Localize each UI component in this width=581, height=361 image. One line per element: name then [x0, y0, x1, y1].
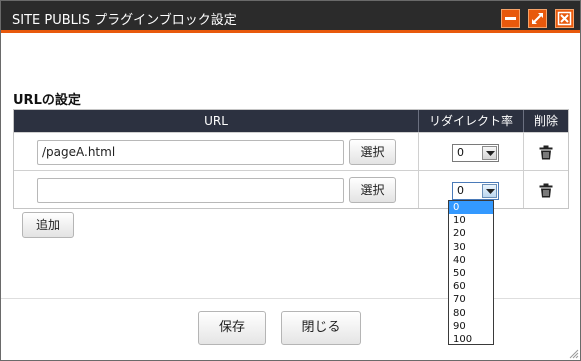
dropdown-arrow[interactable]: [482, 146, 497, 160]
select-page-button[interactable]: 選択: [349, 139, 396, 165]
dropdown-option[interactable]: 20: [449, 227, 493, 240]
trash-icon[interactable]: [539, 145, 553, 160]
table-row: /pageA.html 選択 0: [14, 132, 568, 170]
dropdown-option[interactable]: 80: [449, 307, 493, 320]
url-cell: 選択: [14, 171, 419, 208]
expand-icon: [532, 13, 543, 24]
dropdown-option[interactable]: 70: [449, 293, 493, 306]
dropdown-option[interactable]: 40: [449, 254, 493, 267]
column-header-redirect-rate: リダイレクト率: [419, 110, 524, 132]
url-settings-heading: URLの設定: [13, 93, 81, 108]
select-page-button[interactable]: 選択: [349, 177, 396, 203]
dropdown-arrow[interactable]: [482, 184, 497, 198]
url-input[interactable]: [37, 178, 344, 203]
trash-icon[interactable]: [539, 183, 553, 198]
dropdown-option[interactable]: 90: [449, 320, 493, 333]
dropdown-option[interactable]: 60: [449, 280, 493, 293]
chevron-down-icon: [486, 189, 495, 194]
close-button[interactable]: 閉じる: [281, 311, 361, 345]
minimize-button[interactable]: [501, 9, 520, 28]
url-table: URL リダイレクト率 削除 /pageA.html 選択 0 選択 0: [13, 109, 569, 209]
redirect-rate-dropdown-list: 0 10 20 30 40 50 60 70 80 90 100: [448, 200, 494, 345]
resize-grip-icon[interactable]: [567, 347, 579, 359]
dropdown-option[interactable]: 10: [449, 214, 493, 227]
redirect-rate-value: 0: [457, 146, 464, 159]
url-input[interactable]: /pageA.html: [37, 140, 344, 165]
redirect-rate-value: 0: [457, 184, 464, 197]
delete-cell: [524, 171, 568, 208]
title-bar[interactable]: SITE PUBLIS プラグインブロック設定: [1, 1, 580, 33]
dropdown-option[interactable]: 50: [449, 267, 493, 280]
column-header-url: URL: [14, 110, 419, 132]
delete-cell: [524, 133, 568, 170]
plugin-settings-dialog: SITE PUBLIS プラグインブロック設定 URLの設定 URL リダイレク…: [0, 0, 581, 361]
dropdown-option[interactable]: 30: [449, 241, 493, 254]
url-cell: /pageA.html 選択: [14, 133, 419, 170]
save-button[interactable]: 保存: [198, 311, 266, 345]
dropdown-option[interactable]: 100: [449, 333, 493, 346]
window-title: SITE PUBLIS プラグインブロック設定: [12, 13, 237, 28]
column-header-delete: 削除: [533, 114, 558, 128]
redirect-rate-select[interactable]: 0: [452, 144, 499, 162]
maximize-button[interactable]: [528, 9, 547, 28]
add-row-button[interactable]: 追加: [22, 212, 74, 238]
table-header: URL リダイレクト率 削除: [14, 110, 568, 132]
close-window-button[interactable]: [555, 9, 574, 28]
close-icon: [557, 11, 572, 26]
chevron-down-icon: [486, 151, 495, 156]
rate-cell: 0: [419, 133, 524, 170]
redirect-rate-select[interactable]: 0: [452, 182, 499, 200]
dropdown-option[interactable]: 0: [449, 201, 493, 215]
minimize-icon: [505, 17, 516, 20]
